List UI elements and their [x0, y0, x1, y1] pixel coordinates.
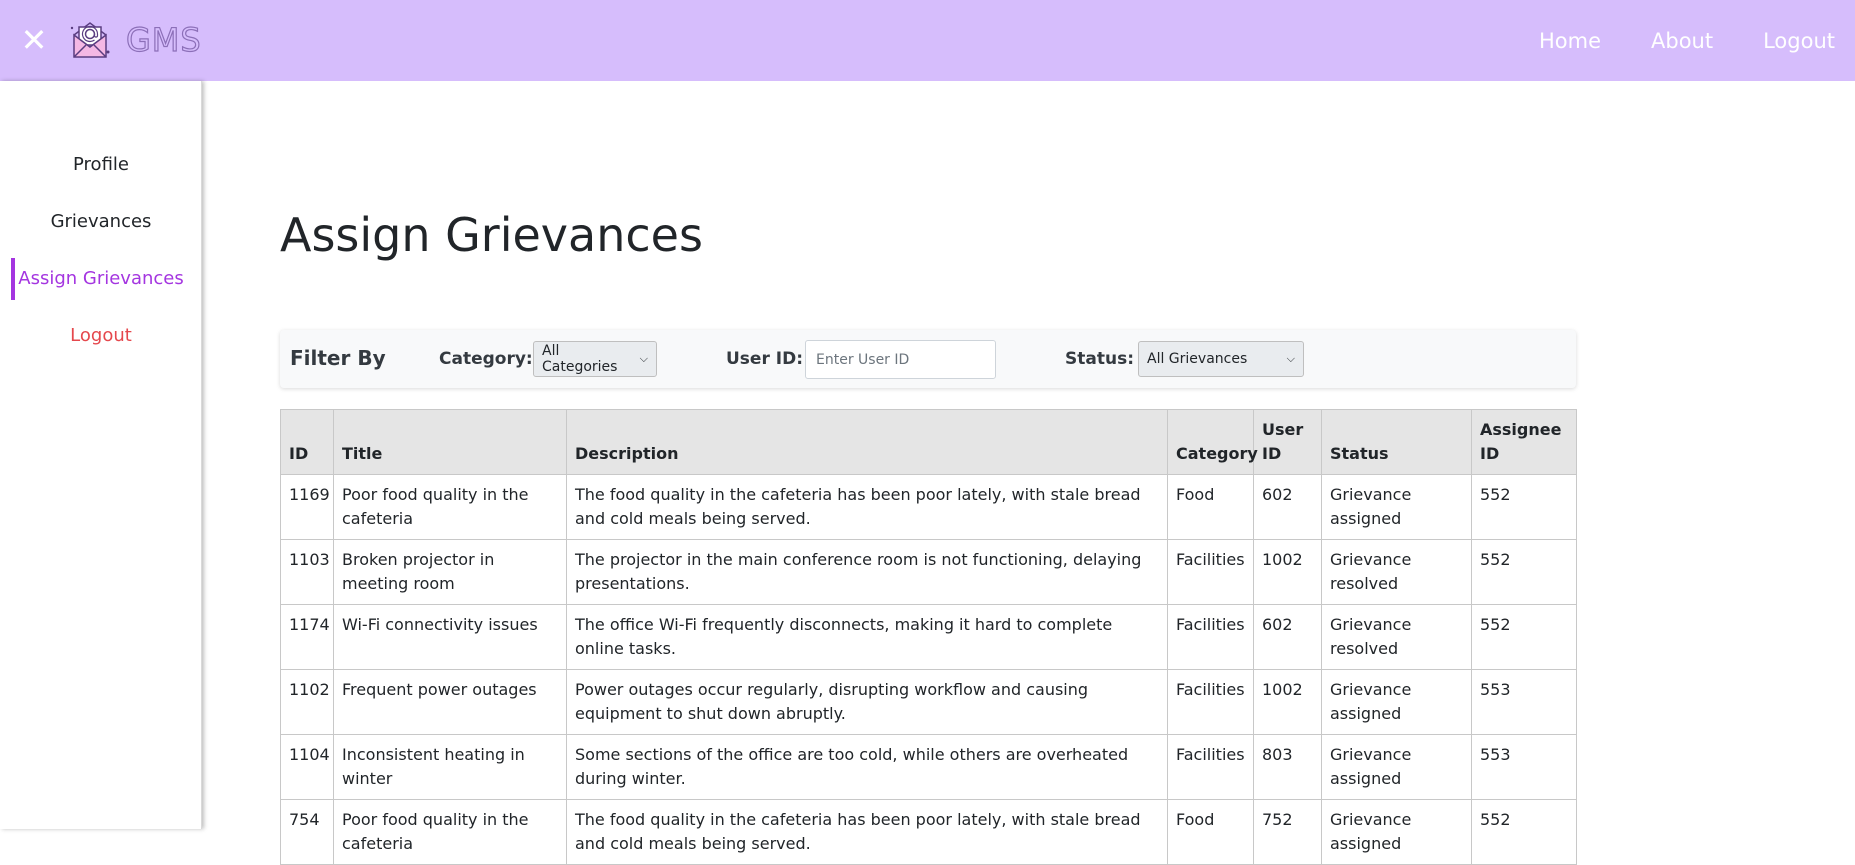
cell-category: Food [1167, 474, 1254, 540]
cell-status: Grievance assigned [1321, 734, 1472, 800]
close-sidebar-icon[interactable]: ✕ [20, 24, 48, 56]
filter-title: Filter By [290, 346, 386, 370]
cell-user-id: 1002 [1253, 669, 1322, 735]
cell-id: 754 [280, 799, 334, 865]
chevron-down-icon: ⌵ [639, 352, 648, 365]
cell-id: 1102 [280, 669, 334, 735]
cell-status: Grievance assigned [1321, 474, 1472, 540]
header-title: Title [333, 409, 567, 475]
cell-assignee-id: 552 [1471, 799, 1577, 865]
userid-input[interactable]: Enter User ID [805, 340, 996, 379]
category-label: Category: [439, 349, 533, 369]
cell-category: Facilities [1167, 669, 1254, 735]
cell-user-id: 602 [1253, 604, 1322, 670]
filter-bar: Filter By Category: All Categories ⌵ Use… [280, 330, 1576, 388]
header-user-id: User ID [1253, 409, 1322, 475]
table-row[interactable]: 1102 Frequent power outages Power outages … [280, 669, 1577, 735]
cell-category: Facilities [1167, 604, 1254, 670]
cell-status: Grievance assigned [1321, 799, 1472, 865]
nav-about-link[interactable]: About [1651, 29, 1713, 53]
cell-id: 1104 [280, 734, 334, 800]
cell-description: The projector in the main conference roo… [566, 539, 1168, 605]
cell-status: Grievance resolved [1321, 539, 1472, 605]
grievances-table: ID Title Description Category User ID St… [280, 409, 1577, 865]
cell-category: Facilities [1167, 539, 1254, 605]
cell-assignee-id: 552 [1471, 474, 1577, 540]
cell-id: 1174 [280, 604, 334, 670]
brand-name[interactable]: GMS [125, 20, 202, 60]
cell-description: The food quality in the cafeteria has be… [566, 799, 1168, 865]
cell-description: The food quality in the cafeteria has be… [566, 474, 1168, 540]
header-assignee-id: Assignee ID [1471, 409, 1577, 475]
cell-user-id: 752 [1253, 799, 1322, 865]
table-header-row: ID Title Description Category User ID St… [280, 409, 1577, 475]
chevron-down-icon: ⌵ [1286, 352, 1295, 365]
table-header: ID Title Description Category User ID St… [280, 409, 1577, 475]
sidebar-item-grievances[interactable]: Grievances [0, 197, 202, 245]
table-row[interactable]: 1103 Broken projector in meeting room The … [280, 539, 1577, 605]
sidebar-item-assign-grievances[interactable]: Assign Grievances [0, 254, 202, 302]
page-title: Assign Grievances [280, 208, 703, 262]
cell-status: Grievance assigned [1321, 669, 1472, 735]
cell-title: Poor food quality in the cafeteria [333, 799, 567, 865]
nav-links: Home About Logout [1489, 0, 1835, 81]
table-row[interactable]: 1169 Poor food quality in the cafeteria Th… [280, 474, 1577, 540]
cell-title: Frequent power outages [333, 669, 567, 735]
header-category: Category [1167, 409, 1258, 475]
cell-assignee-id: 552 [1471, 604, 1577, 670]
sidebar-item-profile[interactable]: Profile [0, 140, 202, 188]
status-label: Status: [1065, 349, 1134, 369]
cell-status: Grievance resolved [1321, 604, 1472, 670]
cell-user-id: 602 [1253, 474, 1322, 540]
cell-category: Food [1167, 799, 1254, 865]
top-navbar: ✕ GMS Home About Logout [0, 0, 1855, 81]
cell-id: 1169 [280, 474, 334, 540]
cell-title: Inconsistent heating in winter [333, 734, 567, 800]
header-description: Description [566, 409, 1168, 475]
status-select-value: All Grievances [1147, 351, 1248, 367]
cell-description: The office Wi-Fi frequently disconnects,… [566, 604, 1168, 670]
sidebar-item-logout[interactable]: Logout [0, 311, 202, 359]
category-select[interactable]: All Categories ⌵ [533, 341, 657, 377]
cell-title: Wi-Fi connectivity issues [333, 604, 567, 670]
cell-assignee-id: 553 [1471, 669, 1577, 735]
table-row[interactable]: 1174 Wi-Fi connectivity issues The office … [280, 604, 1577, 670]
cell-description: Some sections of the office are too cold… [566, 734, 1168, 800]
header-id: ID [280, 409, 334, 475]
category-select-value: All Categories [542, 343, 618, 375]
nav-logout-link[interactable]: Logout [1763, 29, 1835, 53]
cell-description: Power outages occur regularly, disruptin… [566, 669, 1168, 735]
status-select[interactable]: All Grievances ⌵ [1138, 341, 1304, 377]
envelope-at-icon [70, 22, 110, 58]
cell-user-id: 1002 [1253, 539, 1322, 605]
cell-assignee-id: 552 [1471, 539, 1577, 605]
table-body: 1169 Poor food quality in the cafeteria Th… [280, 474, 1577, 865]
nav-home-link[interactable]: Home [1539, 29, 1601, 53]
cell-title: Poor food quality in the cafeteria [333, 474, 567, 540]
cell-user-id: 803 [1253, 734, 1322, 800]
userid-label: User ID: [726, 349, 803, 369]
cell-title: Broken projector in meeting room [333, 539, 567, 605]
cell-category: Facilities [1167, 734, 1254, 800]
cell-id: 1103 [280, 539, 334, 605]
cell-assignee-id: 553 [1471, 734, 1577, 800]
table-row[interactable]: 1104 Inconsistent heating in winter Some s… [280, 734, 1577, 800]
sidebar: Profile Grievances Assign Grievances Log… [0, 81, 202, 829]
table-row[interactable]: 754 Poor food quality in the cafeteria The… [280, 799, 1577, 865]
header-status: Status [1321, 409, 1472, 475]
